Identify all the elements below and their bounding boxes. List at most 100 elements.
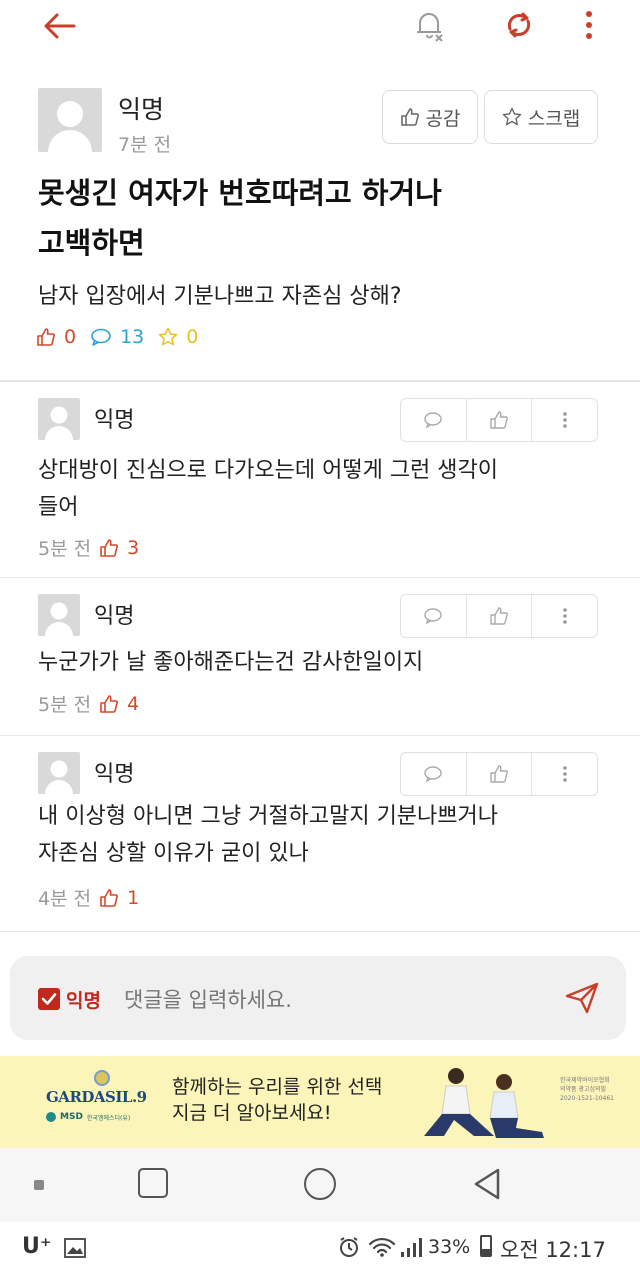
ad-brand-company: 한국엠에스디(유) [86,1114,131,1122]
reply-button[interactable] [401,595,467,637]
send-icon [565,982,599,1014]
check-icon [41,993,57,1005]
comment-item: 익명 상대방이 진심으로 다가오는데 어떻게 그런 생각이 들어 5분 전 3 [0,382,640,576]
comment-input[interactable] [122,980,546,1020]
ad-headline: 함께하는 우리를 위한 선택 지금 더 알아보세요! [172,1074,382,1126]
clock: 오전 12:17 [500,1238,606,1262]
navigation-bar [0,1148,640,1222]
post-title-line2: 고백하면 [38,226,145,260]
comment-author: 익명 [94,408,135,433]
top-bar [0,0,640,62]
back-nav-icon[interactable] [470,1166,504,1202]
like-count-icon [37,328,55,346]
scrap-button[interactable]: 스크랩 [484,90,598,144]
empathy-label: 공감 [425,107,461,130]
home-icon[interactable] [304,1168,336,1200]
ad-banner[interactable]: GARDASIL.9 MSD 한국엠에스디(유) 함께하는 우리를 위한 선택 … [0,1056,640,1148]
comment-text: 누군가가 날 좋아해준다는건 감사한일이지 [38,650,424,675]
comment-more-button[interactable] [532,753,597,795]
anonymous-checkbox[interactable] [38,988,60,1010]
ad-brand-msd: MSD [60,1112,83,1122]
ad-fineprint-line3: 2020-1521-10461 [560,1095,614,1102]
ad-headline-line1: 함께하는 우리를 위한 선택 [172,1076,383,1098]
scrap-count-icon [159,327,178,346]
comment-meta: 5분 전 3 [38,534,139,561]
post-author-name: 익명 [118,95,165,124]
scrap-count: 0 [186,326,199,348]
comment-avatar [38,594,80,636]
recent-apps-icon[interactable] [138,1168,168,1198]
more-vertical-icon[interactable] [574,4,604,46]
reply-button[interactable] [401,399,467,441]
post-stats: 0 13 0 [36,326,198,348]
comment-like-button[interactable] [467,595,533,637]
more-vertical-icon [562,608,567,624]
comment-like-count: 1 [127,886,140,909]
thumbs-up-icon [490,411,508,429]
comment-text-line2: 들어 [38,495,79,520]
ad-fineprint-line1: 한국제약바이오협회 [560,1077,610,1084]
comment-item: 익명 누군가가 날 좋아해준다는건 감사한일이지 5분 전 4 [0,578,640,734]
comment-avatar [38,398,80,440]
comment-like-button[interactable] [467,753,533,795]
gallery-icon [64,1238,86,1262]
comment-count-icon [91,328,111,346]
ad-fineprint: 한국제약바이오협회 의약품 광고심의필 2020-1521-10461 [560,1076,614,1103]
comment-like-count: 4 [127,692,140,715]
ad-brand: GARDASIL.9 [46,1088,147,1106]
post-author-avatar [38,88,102,152]
send-button[interactable] [558,976,606,1020]
ad-models-image [404,1064,554,1144]
ad-logo: GARDASIL.9 MSD 한국엠에스디(유) [46,1070,158,1134]
back-arrow-icon[interactable] [34,6,84,46]
battery-percent: 33% [428,1236,471,1258]
status-bar: U⁺ 33% 오전 12:17 [0,1222,640,1280]
reply-icon [424,608,443,625]
carrier-label: U⁺ [22,1234,52,1259]
notification-off-icon[interactable] [406,4,452,46]
comment-divider [0,931,640,932]
msd-logo-icon [46,1112,56,1122]
comment-like-button[interactable] [467,399,533,441]
battery-icon [480,1235,492,1257]
comment-avatar [38,752,80,794]
reply-icon [424,766,443,783]
post-title: 못생긴 여자가 번호따려고 하거나 고백하면 [38,168,442,268]
thumbs-up-icon [400,108,419,126]
comment-text: 내 이상형 아니면 그냥 거절하고말지 기분나쁘거나 자존심 상할 이유가 굳이… [38,798,498,872]
comment-like-count: 3 [127,536,140,559]
ad-fineprint-line2: 의약품 광고심의필 [560,1086,607,1093]
wifi-icon [368,1236,396,1262]
empathy-button[interactable]: 공감 [382,90,478,144]
like-icon [100,888,119,907]
ad-logo-emblem-icon [94,1070,110,1086]
star-icon [502,107,521,126]
comment-time: 4분 전 [38,888,92,910]
comment-input-bar: 익명 [10,956,626,1040]
comment-time: 5분 전 [38,694,92,716]
comment-item: 익명 내 이상형 아니면 그냥 거절하고말지 기분나쁘거나 자존심 상할 이유가… [0,736,640,930]
comment-more-button[interactable] [532,399,597,441]
thumbs-up-icon [490,765,508,783]
refresh-icon[interactable] [496,4,542,46]
thumbs-up-icon [490,607,508,625]
comment-author: 익명 [94,762,135,787]
nav-extra-dot-icon[interactable] [34,1180,44,1190]
like-icon [100,538,119,557]
more-vertical-icon [562,766,567,782]
comment-text-line2: 자존심 상할 이유가 굳이 있나 [38,841,309,866]
ad-headline-line2: 지금 더 알아보세요! [172,1102,332,1124]
scrap-label: 스크랩 [527,107,581,130]
like-count: 0 [64,326,77,348]
comment-text-line1: 상대방이 진심으로 다가오는데 어떻게 그런 생각이 [38,458,499,483]
ad-brand-sub: MSD 한국엠에스디(유) [46,1112,130,1122]
reply-button[interactable] [401,753,467,795]
comment-meta: 5분 전 4 [38,690,139,717]
comment-actions [400,398,598,442]
comment-text-line1: 내 이상형 아니면 그냥 거절하고말지 기분나쁘거나 [38,804,499,829]
comment-more-button[interactable] [532,595,597,637]
like-icon [100,694,119,713]
comment-text: 상대방이 진심으로 다가오는데 어떻게 그런 생각이 들어 [38,452,498,526]
comment-meta: 4분 전 1 [38,884,139,911]
reply-icon [424,412,443,429]
